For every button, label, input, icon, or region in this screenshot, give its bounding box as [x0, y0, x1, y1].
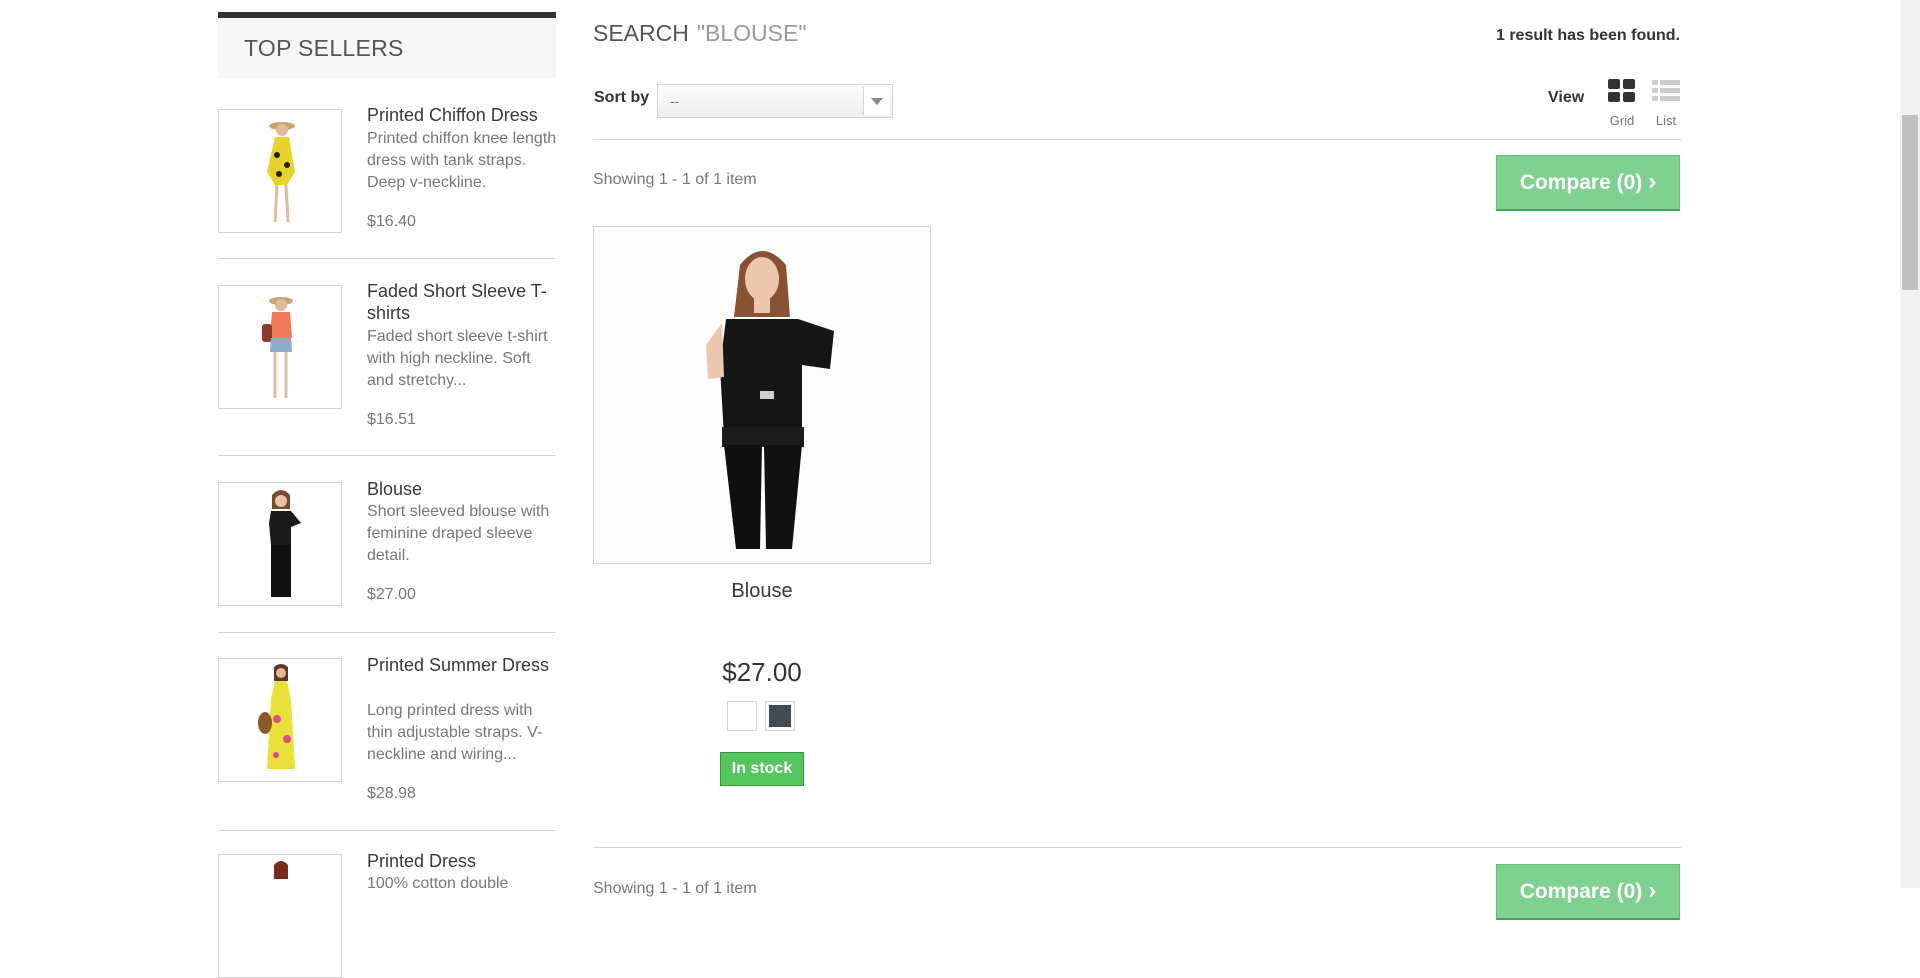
product-price: $27.00 [722, 657, 802, 687]
pagination-summary-bottom: Showing 1 - 1 of 1 item [593, 880, 757, 897]
divider [593, 139, 1681, 140]
view-list-button[interactable]: List [1648, 78, 1684, 128]
product-thumbnail-tshirt[interactable] [218, 285, 342, 409]
top-seller-desc: 100% cotton double [367, 875, 509, 892]
top-sellers-block: TOP SELLERS Printed Chiffon Dress Printe… [218, 12, 556, 978]
view-list-label: List [1655, 113, 1677, 128]
divider [218, 258, 556, 259]
sort-by-label: Sort by [594, 89, 650, 106]
top-sellers-header: TOP SELLERS [218, 12, 556, 78]
product-thumbnail-printed-dress[interactable] [218, 854, 342, 978]
top-seller-price: $28.98 [367, 785, 416, 802]
top-seller-name[interactable]: Faded Short Sleeve T-shirts [367, 280, 557, 324]
sort-by-value: -- [670, 93, 680, 109]
view-grid-label: Grid [1609, 113, 1635, 128]
scrollbar-thumb[interactable] [1902, 115, 1918, 290]
top-seller-desc: Short sleeved blouse with feminine drape… [367, 503, 550, 564]
top-sellers-title[interactable]: TOP SELLERS [244, 18, 556, 78]
product-name[interactable]: Blouse [593, 580, 931, 603]
color-swatch-white[interactable] [727, 701, 757, 731]
list-icon [1652, 80, 1680, 101]
compare-label: Compare (0) [1519, 880, 1643, 903]
top-seller-name[interactable]: Printed Dress [367, 850, 557, 872]
heading-prefix: SEARCH [593, 20, 689, 46]
chevron-down-icon[interactable] [863, 87, 890, 115]
divider [593, 847, 1681, 848]
compare-label: Compare (0) [1519, 171, 1643, 194]
chevron-right-icon: › [1648, 168, 1657, 195]
top-seller-name[interactable]: Blouse [367, 478, 557, 500]
product-thumbnail-summer-dress[interactable] [218, 658, 342, 782]
top-seller-name[interactable]: Printed Summer Dress [367, 654, 557, 676]
grid-icon [1608, 79, 1635, 102]
view-grid-button[interactable]: Grid [1604, 78, 1640, 128]
sort-by-select[interactable]: -- [657, 84, 893, 118]
top-seller-name[interactable]: Printed Chiffon Dress [367, 104, 557, 126]
top-seller-desc: Printed chiffon knee length dress with t… [367, 130, 557, 191]
product-thumbnail-chiffon-dress[interactable] [218, 109, 342, 233]
page-title: SEARCH "BLOUSE" [593, 20, 807, 47]
top-seller-desc: Faded short sleeve t-shirt with high nec… [367, 328, 548, 389]
pagination-summary: Showing 1 - 1 of 1 item [593, 171, 757, 188]
top-seller-price: $16.40 [367, 213, 416, 230]
view-label: View [1548, 89, 1585, 106]
divider [218, 632, 556, 633]
search-query: "BLOUSE" [696, 20, 807, 46]
top-seller-desc: Long printed dress with thin adjustable … [367, 702, 543, 763]
compare-button[interactable]: Compare (0) › [1496, 155, 1680, 211]
divider [218, 455, 556, 456]
chevron-right-icon: › [1648, 877, 1657, 904]
product-image-blouse[interactable] [593, 226, 931, 564]
product-thumbnail-blouse[interactable] [218, 482, 342, 606]
availability-badge: In stock [720, 752, 804, 786]
top-seller-price: $27.00 [367, 586, 416, 603]
results-count: 1 result has been found. [1495, 27, 1680, 44]
color-swatch-dark[interactable] [765, 701, 795, 731]
divider [218, 830, 556, 831]
top-seller-price: $16.51 [367, 411, 416, 428]
compare-button-bottom[interactable]: Compare (0) › [1496, 864, 1680, 920]
